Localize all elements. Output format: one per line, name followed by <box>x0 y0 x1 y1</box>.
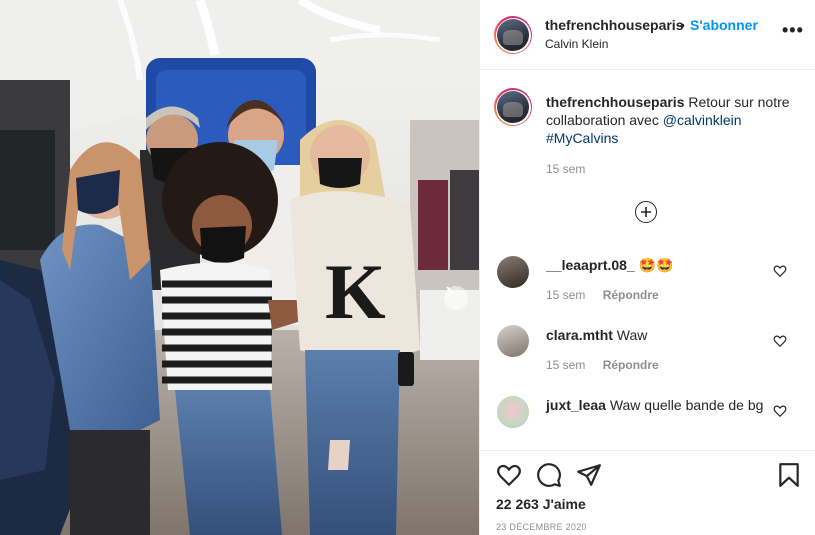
comment-avatar[interactable] <box>497 325 529 357</box>
comment-body: 🤩🤩 <box>634 257 674 273</box>
load-more-comments-button[interactable] <box>635 201 657 223</box>
reply-button[interactable]: Répondre <box>603 288 659 302</box>
add-circle-icon <box>641 207 651 217</box>
reply-button[interactable]: Répondre <box>603 358 659 372</box>
heart-icon[interactable] <box>773 334 787 348</box>
carousel-next-button[interactable] <box>444 286 468 310</box>
comment-text: clara.mtht Waw <box>546 326 771 344</box>
caption-text: thefrenchhouseparis Retour sur notre col… <box>546 93 796 147</box>
caption-avatar[interactable] <box>494 88 532 126</box>
comment-body: Waw quelle bande de bg <box>605 397 764 413</box>
post-date[interactable]: 23 DÉCEMBRE 2020 <box>496 522 587 532</box>
chevron-right-icon <box>446 286 454 298</box>
heart-icon[interactable] <box>496 462 522 488</box>
comment-avatar[interactable] <box>497 396 529 428</box>
comment-text: juxt_leaa Waw quelle bande de bg <box>546 396 771 414</box>
caption-mention[interactable]: @calvinklein <box>663 112 742 128</box>
comment-username[interactable]: clara.mtht <box>546 327 613 343</box>
heart-icon[interactable] <box>773 264 787 278</box>
post-location[interactable]: Calvin Klein <box>545 37 608 51</box>
post-photo[interactable]: K <box>0 0 479 535</box>
comment-timestamp: 15 sem <box>546 288 586 302</box>
share-icon[interactable] <box>576 462 602 488</box>
post-actions: 22 263 J'aime 23 DÉCEMBRE 2020 <box>480 450 815 535</box>
comment-avatar[interactable] <box>497 256 529 288</box>
likes-count[interactable]: 22 263 J'aime <box>496 496 586 512</box>
bookmark-icon[interactable] <box>776 462 802 488</box>
post-side-panel: thefrenchhouseparis • S'abonner Calvin K… <box>479 0 815 535</box>
comment-timestamp: 15 sem <box>546 358 586 372</box>
post-header: thefrenchhouseparis • S'abonner Calvin K… <box>480 0 815 70</box>
author-avatar[interactable] <box>494 16 532 54</box>
comment-text: __leaaprt.08_ 🤩🤩 <box>546 256 771 274</box>
comment-username[interactable]: juxt_leaa <box>546 397 606 413</box>
comment-meta: 15 sem Répondre <box>546 288 659 302</box>
caption-hashtag[interactable]: #MyCalvins <box>546 130 618 146</box>
comment-body: Waw <box>612 327 648 343</box>
photo-illustration: K <box>0 0 479 535</box>
caption-username[interactable]: thefrenchhouseparis <box>546 94 684 110</box>
author-username[interactable]: thefrenchhouseparis <box>545 17 683 33</box>
separator-dot: • <box>680 17 685 33</box>
follow-button[interactable]: S'abonner <box>690 17 758 33</box>
svg-text:K: K <box>325 248 386 335</box>
comment-username[interactable]: __leaaprt.08_ <box>546 257 635 273</box>
caption-timestamp: 15 sem <box>546 162 586 176</box>
heart-icon[interactable] <box>773 404 787 418</box>
comment-icon[interactable] <box>536 462 562 488</box>
more-options-icon[interactable]: ••• <box>782 21 804 39</box>
comment-meta: 15 sem Répondre <box>546 358 659 372</box>
